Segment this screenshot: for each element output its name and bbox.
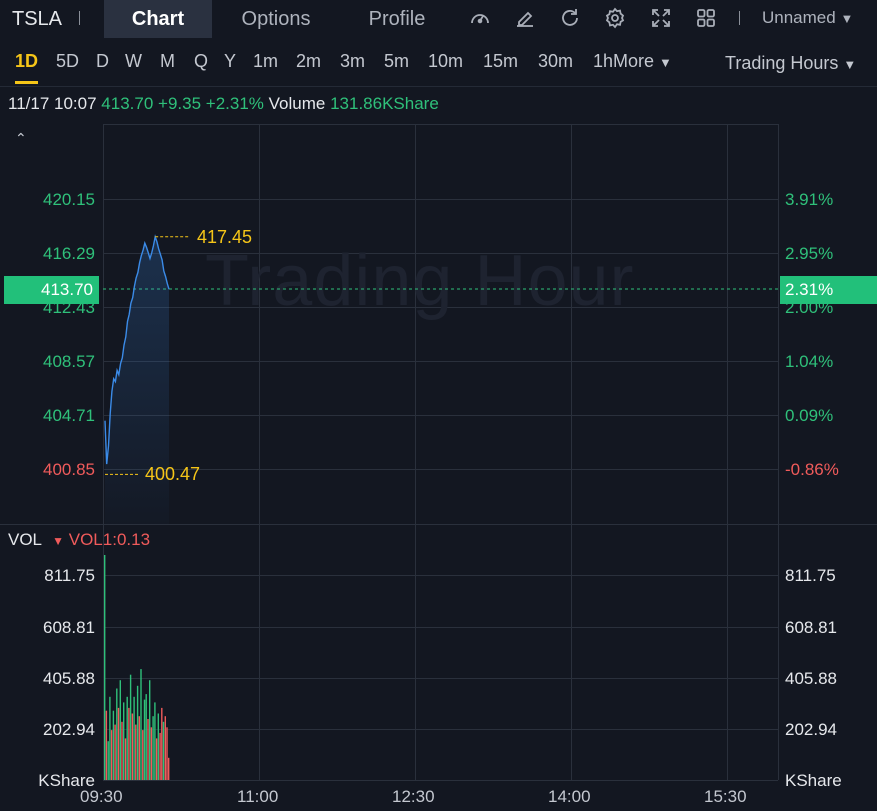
low-price-label: 400.47: [145, 464, 201, 484]
volume-bar: [166, 727, 168, 780]
time-axis-label: 15:30: [704, 787, 747, 806]
high-price-label: 417.45: [197, 227, 253, 247]
volume-bar: [110, 730, 113, 780]
panel-divider: [0, 524, 877, 525]
volume-bar: [145, 694, 147, 780]
indicator-value: VOL1:0.13: [68, 530, 151, 549]
volume-bar: [116, 688, 118, 780]
volume-bar: [135, 724, 137, 780]
time-axis-label: 09:30: [80, 787, 123, 806]
volume-axis-label: 811.75: [44, 566, 95, 585]
volume-bar: [104, 555, 106, 780]
volume-bars: [104, 555, 170, 780]
volume-bar: [152, 716, 154, 780]
volume-bar: [155, 738, 158, 780]
volume-bar: [121, 721, 123, 780]
indicator-name: VOL: [8, 530, 42, 549]
volume-bar: [140, 669, 142, 780]
volume-bar: [150, 727, 153, 780]
volume-axis-label: 608.81: [43, 618, 95, 637]
volume-axis-label: 405.88: [43, 669, 95, 688]
volume-bar: [168, 757, 170, 780]
volume-bar: [119, 680, 121, 780]
volume-bar: [124, 738, 127, 780]
time-axis-label: 11:00: [237, 787, 279, 806]
volume-bar: [164, 716, 166, 780]
volume-bar: [157, 713, 159, 780]
volume-bar: [147, 719, 149, 780]
volume-bar: [138, 716, 140, 780]
time-axis-label: 12:30: [392, 787, 435, 806]
volume-bar: [161, 707, 163, 780]
volume-bar: [109, 696, 111, 780]
volume-bar: [128, 707, 130, 780]
volume-bar: [129, 674, 132, 780]
volume-indicator-header[interactable]: VOL ▼ VOL1:0.13: [8, 530, 150, 550]
caret-down-icon: ▼: [52, 534, 65, 548]
volume-axis-label: 811.75: [785, 566, 836, 585]
volume-bar: [126, 696, 128, 780]
volume-axis-label: 608.81: [785, 618, 837, 637]
volume-bar: [112, 710, 115, 780]
volume-axis-label: 202.94: [785, 720, 837, 739]
volume-bar: [133, 696, 135, 780]
volume-bar: [143, 699, 146, 780]
volume-bar: [107, 741, 109, 780]
volume-bar: [154, 702, 156, 780]
volume-bar: [159, 732, 161, 780]
volume-bar: [117, 707, 120, 780]
volume-bar: [142, 730, 144, 780]
volume-bar: [136, 685, 139, 780]
price-chart[interactable]: [0, 0, 877, 811]
volume-axis-label: 405.88: [785, 669, 837, 688]
volume-bar: [114, 724, 116, 780]
volume-bar: [131, 713, 134, 780]
volume-bar: [105, 710, 108, 780]
time-axis-label: 14:00: [548, 787, 591, 806]
volume-bar: [162, 721, 165, 780]
volume-bar: [149, 680, 151, 780]
volume-axis-label: 202.94: [43, 720, 95, 739]
volume-unit-label: KShare: [785, 771, 842, 790]
volume-bar: [123, 702, 125, 780]
